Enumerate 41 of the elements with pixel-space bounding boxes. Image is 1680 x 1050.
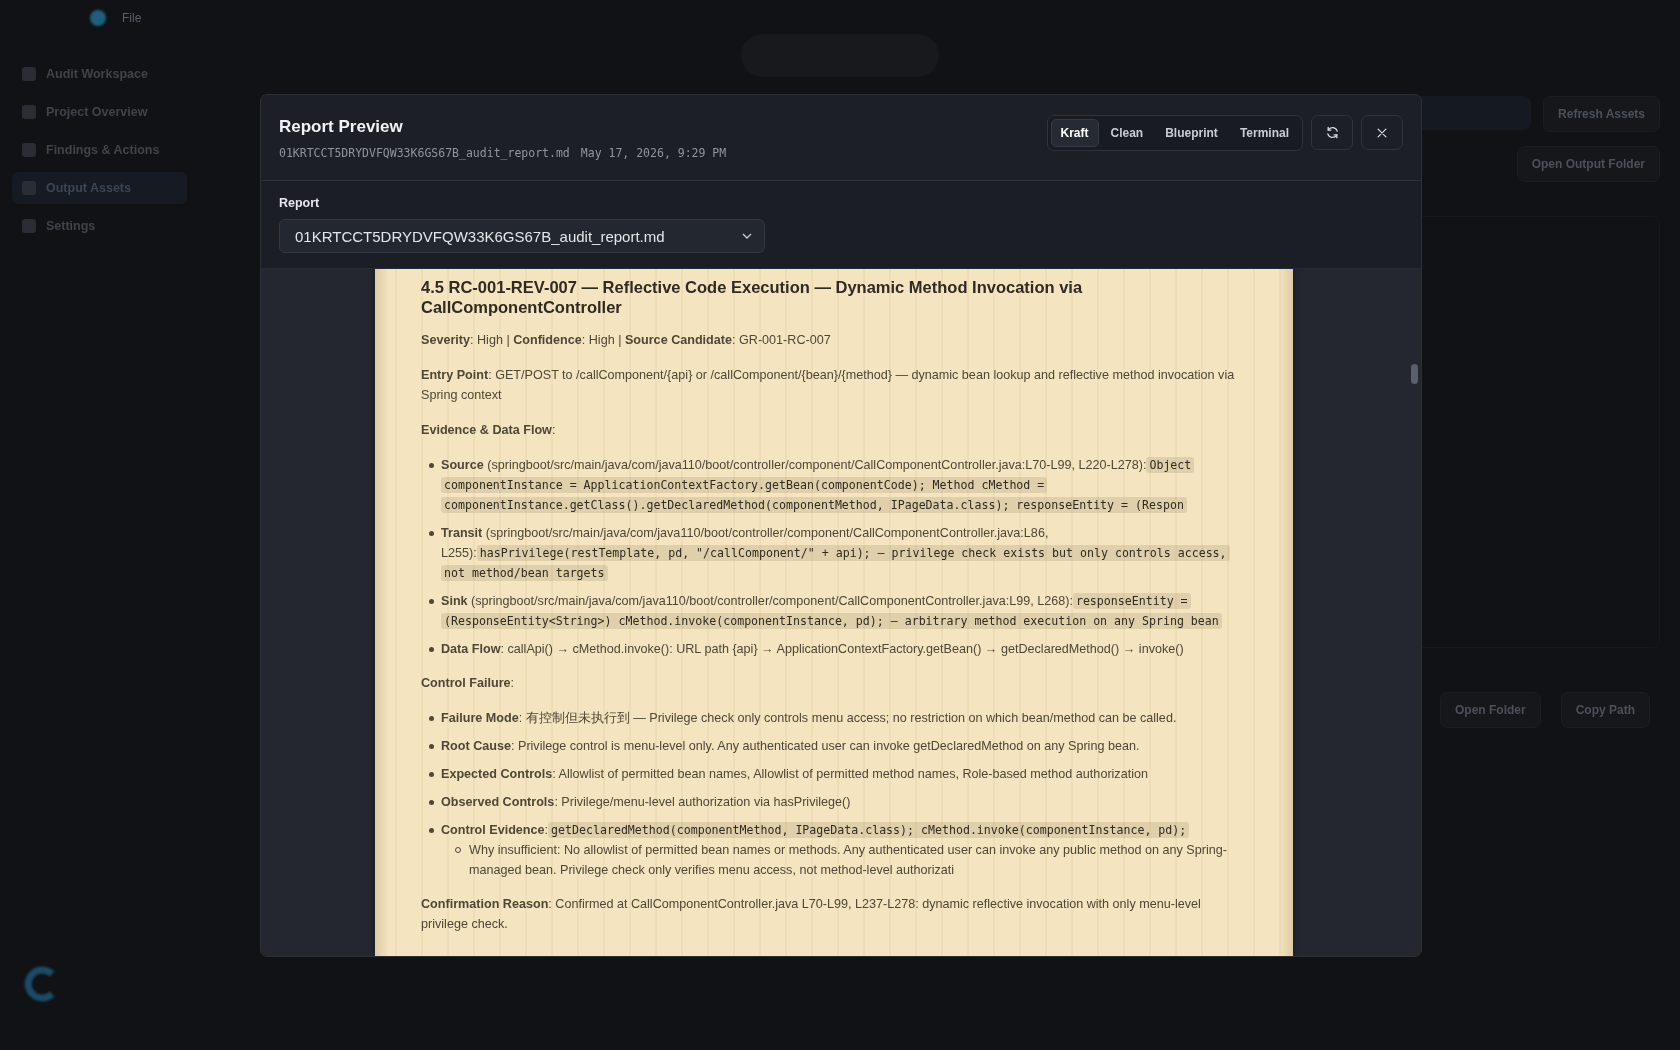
refresh-button[interactable] [1311,115,1353,150]
list-item: Failure Mode: 有控制但未执行到 — Privilege check only controls menu access; no restriction on which bean/method can be called. [441,710,1178,727]
list-item: Observed Controls: Privilege/menu-level authorization via hasPrivilege() [441,794,852,811]
report-label: Report [279,196,321,210]
paragraph: Control Failure: [421,675,516,692]
section-heading: 4.5 RC-001-REV-007 — Reflective Code Execution — Dynamic Method Invocation via CallComponentController [421,277,1084,317]
list-item: Expected Controls: Allowlist of permitted bean names, Allowlist of permitted method names, Role-based method authorization [441,766,1149,783]
list-item: Why insufficient: No allowlist of permitted bean names or methods. Any authenticated user can invoke any public method on any Spring-managed bean. Privilege check only verifies menu access, not method-level authorizati [469,842,1228,879]
paragraph: Entry Point: GET/POST to /callComponent/{api} or /callComponent/{bean}/{method} — dynamic bean lookup and reflective method invocation via Spring context [421,367,1236,404]
refresh-icon [1324,125,1340,140]
file-date: May 17, 2026, 9:29 PM [580,146,727,160]
file-name: 01KRTCCT5DRYDVFQW33K6GS67B_audit_report.md [279,146,570,160]
bullet-icon [429,463,434,468]
paragraph: Confirmation Reason: Confirmed at CallComponentController.java L70-L99, L237-L278: dynamic reflective invocation with only menu-level privilege check. [421,896,1202,933]
chevron-down-icon [742,233,752,239]
report-select[interactable]: 01KRTCCT5DRYDVFQW33K6GS67B_audit_report.md [279,219,765,253]
bullet-icon [429,599,434,604]
refresh-assets-button[interactable]: Refresh Assets [1543,96,1660,132]
paragraph: Evidence & Data Flow: [421,422,557,439]
theme-tab[interactable]: Blueprint [1155,119,1228,147]
open-output-folder-button[interactable]: Open Output Folder [1516,146,1660,182]
file-action-button[interactable]: Copy Path [1560,692,1650,728]
file-action-button[interactable]: Open Folder [1440,692,1541,728]
bullet-icon [429,828,434,833]
app-logo-icon [90,10,106,26]
paragraph: Severity: High | Confidence: High | Source Candidate: GR-001-RC-007 [421,332,832,349]
theme-tab[interactable]: Clean [1100,119,1154,147]
bullet-icon [429,772,434,777]
list-item: Root Cause: Privilege control is menu-level only. Any authenticated user can invoke getDeclaredMethod on any Spring bean. [441,738,1141,755]
dialog-title: Report Preview [279,117,404,137]
bullet-icon [429,531,434,536]
bullet-icon [429,800,434,805]
bullet-icon [429,744,434,749]
theme-tab[interactable]: Kraft [1050,119,1099,147]
bullet-icon [429,716,434,721]
scrollbar-thumb[interactable] [1411,364,1418,384]
close-button[interactable] [1361,115,1403,150]
theme-tab[interactable]: Terminal [1229,119,1299,147]
bullet-icon [429,647,434,652]
file-menu[interactable]: File [122,11,142,25]
list-item: Data Flow: callApi() → cMethod.invoke(): URL path {api} → ApplicationContextFactory.getBean() → getDeclaredMethod() → invoke() [441,641,1185,658]
